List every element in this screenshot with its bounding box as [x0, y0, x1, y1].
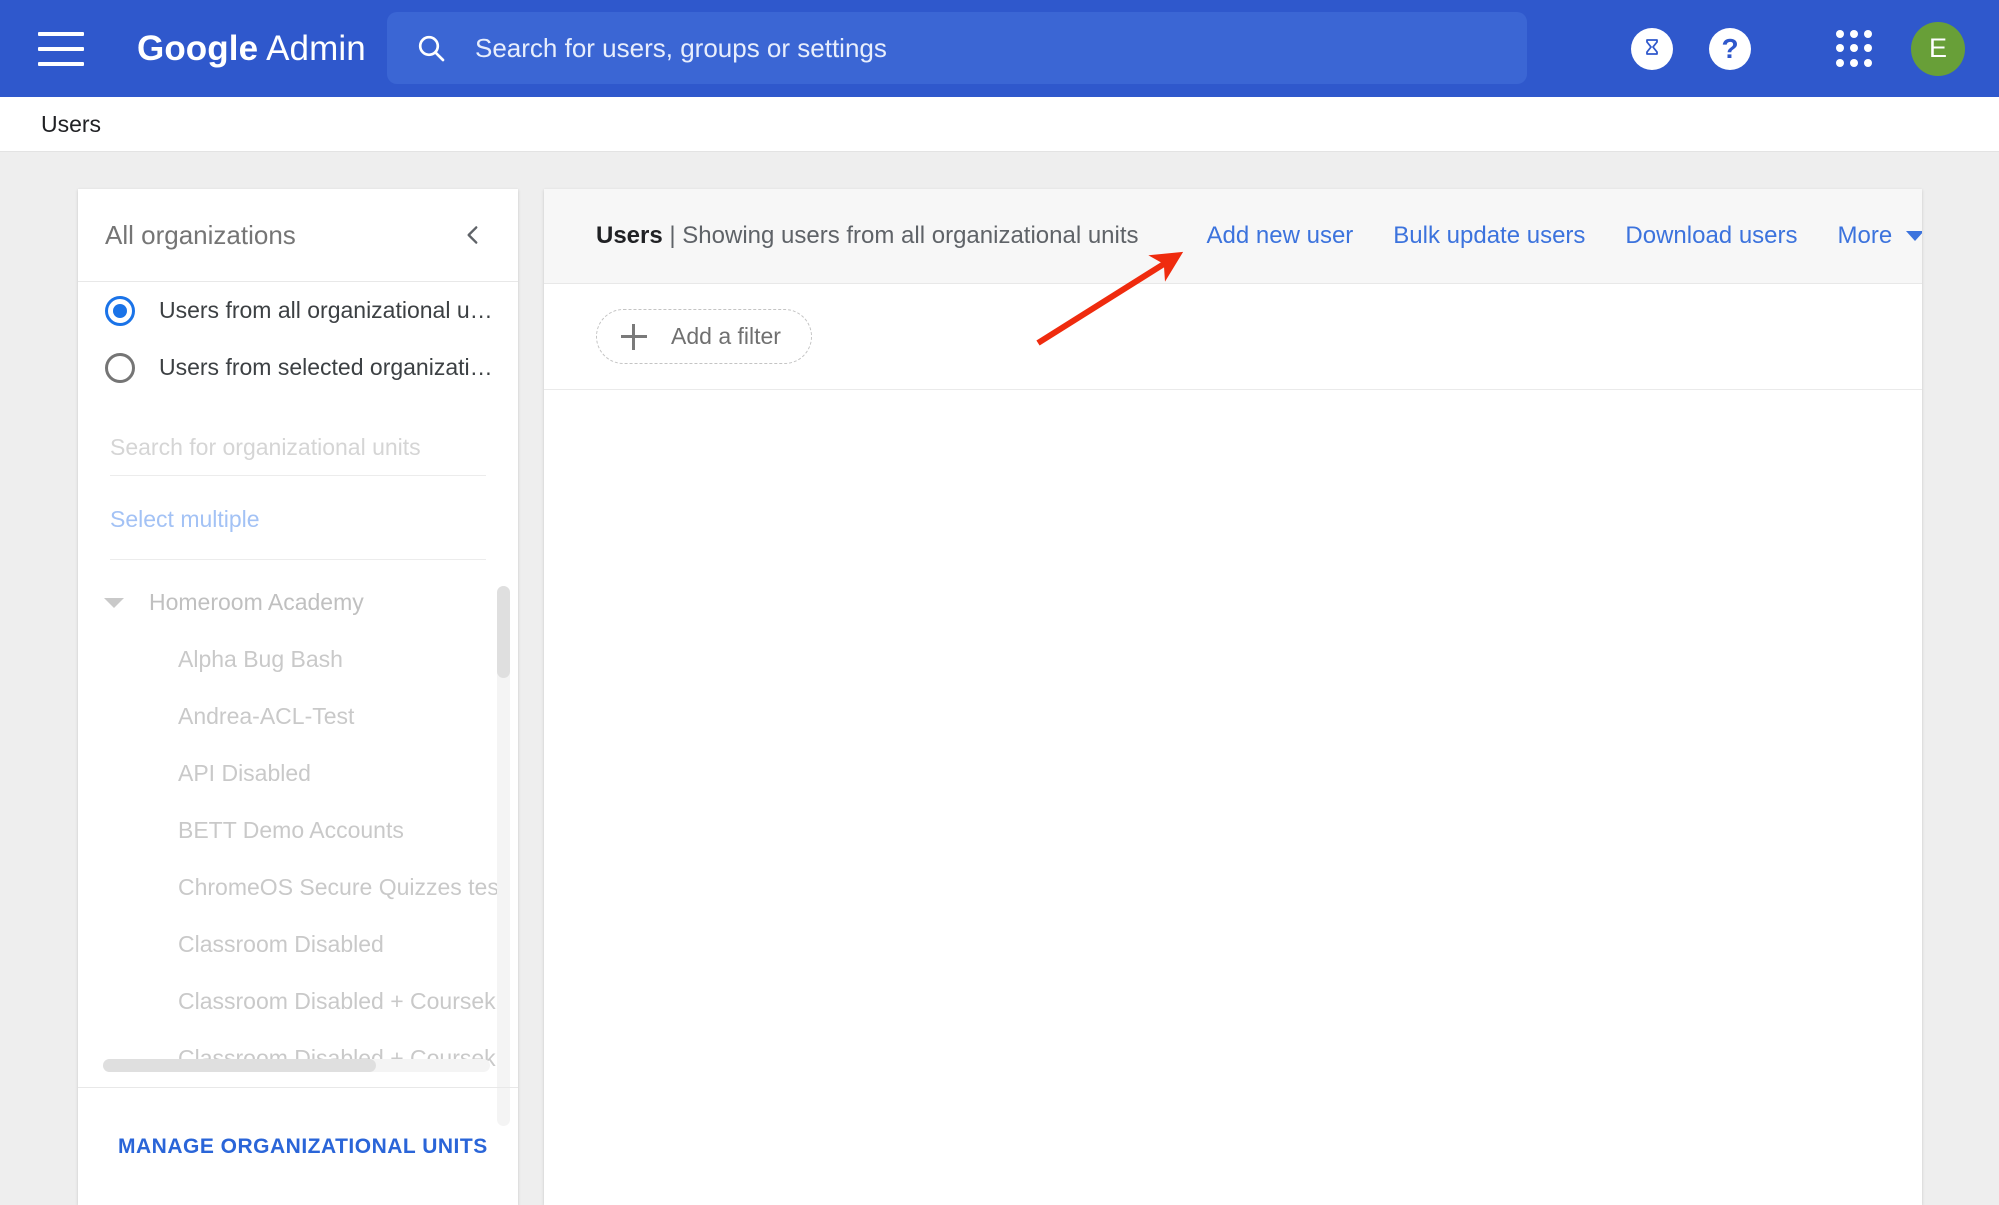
add-a-filter-chip[interactable]: Add a filter — [596, 309, 812, 364]
apps-grid-icon[interactable] — [1831, 26, 1877, 72]
bulk-update-users-link[interactable]: Bulk update users — [1393, 222, 1585, 250]
users-title-bold: Users — [596, 222, 663, 249]
tree-horizontal-scrollbar[interactable] — [103, 1059, 490, 1072]
users-panel: Users | Showing users from all organizat… — [544, 189, 1922, 1205]
users-panel-actions: Add new user Bulk update users Download … — [1207, 222, 1922, 250]
divider — [110, 559, 486, 560]
tree-node-label: ChromeOS Secure Quizzes tes — [178, 874, 499, 900]
more-menu-button[interactable]: More — [1838, 222, 1922, 250]
users-panel-title: Users | Showing users from all organizat… — [596, 222, 1139, 250]
add-a-filter-label: Add a filter — [671, 323, 781, 349]
radio-selected-org-units[interactable]: Users from selected organizational... — [78, 339, 518, 396]
avatar[interactable]: E — [1911, 21, 1965, 76]
chevron-down-icon[interactable] — [104, 597, 124, 608]
page-body: All organizations Users from all organiz… — [0, 152, 1999, 1205]
radio-all-org-units[interactable]: Users from all organizational units — [78, 282, 518, 339]
radio-selected-org-units-label: Users from selected organizational... — [159, 354, 504, 380]
organizations-panel-footer: MANAGE ORGANIZATIONAL UNITS — [78, 1087, 518, 1205]
global-search-box[interactable]: Search for users, groups or settings — [387, 12, 1527, 84]
tree-vertical-scrollbar[interactable] — [497, 586, 510, 1126]
add-new-user-link[interactable]: Add new user — [1207, 222, 1354, 250]
hourglass-glyph — [1646, 38, 1658, 55]
download-users-link[interactable]: Download users — [1625, 222, 1797, 250]
tree-node-label: BETT Demo Accounts — [178, 817, 404, 843]
page-title: All organizations — [105, 219, 296, 250]
manage-organizational-units-button[interactable]: MANAGE ORGANIZATIONAL UNITS — [118, 1135, 488, 1159]
select-multiple-link[interactable]: Select multiple — [110, 506, 260, 533]
tree-node-child[interactable]: Classroom Disabled — [78, 916, 518, 973]
tree-node-label: Alpha Bug Bash — [178, 646, 343, 672]
chevron-left-icon[interactable] — [458, 220, 488, 250]
tree-node-child[interactable]: Classroom Disabled + Coursek — [78, 973, 518, 1030]
organizations-panel-header: All organizations — [78, 189, 518, 282]
tree-node-child[interactable]: ChromeOS Secure Quizzes tes — [78, 859, 518, 916]
tree-node-child[interactable]: Alpha Bug Bash — [78, 631, 518, 688]
top-app-bar: Google Admin Search for users, groups or… — [0, 0, 1999, 97]
breadcrumb: Users — [0, 97, 1999, 152]
scrollbar-thumb[interactable] — [103, 1059, 376, 1072]
tree-node-label: Homeroom Academy — [149, 589, 364, 615]
tree-node-child[interactable]: BETT Demo Accounts — [78, 802, 518, 859]
tree-node-label: Classroom Disabled — [178, 931, 384, 957]
plus-icon — [621, 323, 647, 350]
search-icon — [418, 35, 445, 62]
users-panel-header: Users | Showing users from all organizat… — [544, 189, 1922, 284]
tree-node-label: Classroom Disabled + Coursek — [178, 988, 496, 1014]
hourglass-icon[interactable] — [1631, 27, 1673, 70]
more-menu-label: More — [1837, 222, 1893, 249]
tree-node-child[interactable]: API Disabled — [78, 745, 518, 802]
org-unit-tree: Homeroom Academy Alpha Bug Bash Andrea-A… — [78, 574, 518, 1139]
search-input-placeholder[interactable]: Search for users, groups or settings — [475, 33, 887, 64]
chevron-left-glyph — [467, 226, 478, 244]
breadcrumb-users[interactable]: Users — [41, 111, 101, 138]
radio-indicator-selected[interactable] — [105, 295, 135, 326]
scrollbar-thumb[interactable] — [497, 586, 510, 678]
filter-strip: Add a filter — [544, 284, 1922, 390]
brand-admin: Admin — [266, 28, 366, 68]
users-title-subtitle: | Showing users from all organizational … — [662, 222, 1139, 249]
organizations-panel: All organizations Users from all organiz… — [78, 189, 518, 1205]
tree-node-child[interactable]: Andrea-ACL-Test — [78, 688, 518, 745]
brand-google: Google — [137, 28, 259, 68]
tree-node-label: Andrea-ACL-Test — [178, 703, 355, 729]
help-question-icon[interactable]: ? — [1709, 27, 1751, 70]
radio-all-org-units-label: Users from all organizational units — [159, 297, 504, 323]
radio-indicator-unselected[interactable] — [105, 352, 135, 383]
tree-node-root[interactable]: Homeroom Academy — [78, 574, 518, 631]
ou-search-input[interactable]: Search for organizational units — [110, 434, 486, 476]
product-logo: Google Admin — [137, 29, 366, 69]
tree-node-label: API Disabled — [178, 760, 311, 786]
chevron-down-icon — [1906, 231, 1922, 241]
top-bar-icon-group: ? E — [1631, 0, 1999, 97]
hamburger-menu-icon[interactable] — [38, 31, 84, 66]
